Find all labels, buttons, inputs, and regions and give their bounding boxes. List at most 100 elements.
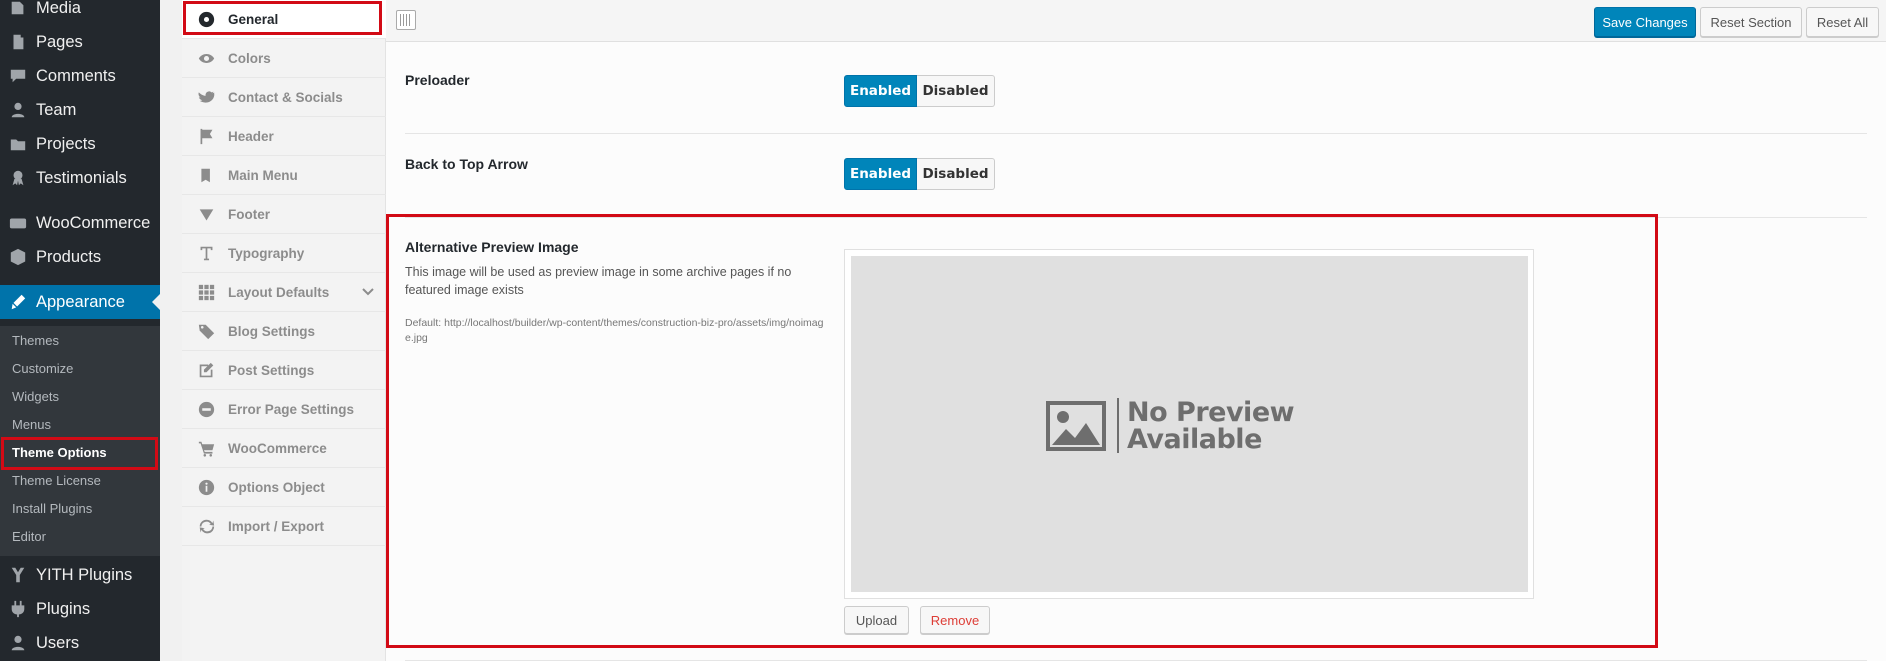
refresh-icon bbox=[195, 518, 217, 535]
options-tab-post-settings[interactable]: Post Settings bbox=[182, 351, 386, 390]
options-tab-options-object[interactable]: Options Object bbox=[182, 468, 386, 507]
menu-item-appearance[interactable]: Appearance bbox=[0, 285, 160, 319]
remove-button[interactable]: Remove bbox=[920, 606, 990, 634]
preloader-enabled-button[interactable]: Enabled bbox=[844, 75, 917, 107]
options-tab-layout-defaults[interactable]: Layout Defaults bbox=[182, 273, 386, 312]
appearance-icon bbox=[8, 293, 28, 311]
menu-label: Pages bbox=[36, 32, 83, 51]
options-tab-general[interactable]: General bbox=[182, 0, 386, 39]
options-tab-label: Header bbox=[228, 128, 274, 144]
menu-label: Products bbox=[36, 247, 102, 266]
edit-icon bbox=[195, 362, 217, 379]
appearance-submenu: Themes Customize Widgets Menus Theme Opt… bbox=[0, 326, 160, 556]
menu-item-team[interactable]: Team bbox=[0, 93, 160, 127]
preloader-toggle: Enabled Disabled bbox=[844, 75, 995, 107]
options-toolbar: Save Changes Reset Section Reset All bbox=[386, 0, 1886, 42]
menu-label: Projects bbox=[36, 134, 96, 153]
options-tab-label: General bbox=[228, 11, 279, 27]
submenu-theme-options[interactable]: Theme Options bbox=[12, 443, 107, 463]
preloader-label: Preloader bbox=[405, 72, 470, 88]
text-icon bbox=[195, 245, 217, 262]
options-tab-label: Footer bbox=[228, 206, 270, 222]
submenu-widgets[interactable]: Widgets bbox=[12, 387, 59, 407]
tag-icon bbox=[195, 323, 217, 340]
submenu-customize[interactable]: Customize bbox=[12, 359, 73, 379]
expand-options-icon[interactable] bbox=[396, 10, 416, 30]
options-tab-contact-socials[interactable]: Contact & Socials bbox=[182, 78, 386, 117]
menu-label: Appearance bbox=[36, 292, 125, 311]
users-icon bbox=[8, 634, 28, 652]
back-to-top-disabled-button[interactable]: Disabled bbox=[917, 158, 995, 190]
options-tab-import-export[interactable]: Import / Export bbox=[182, 507, 386, 546]
woocommerce-icon bbox=[8, 214, 28, 232]
eye-icon bbox=[195, 50, 217, 67]
options-tab-header[interactable]: Header bbox=[182, 117, 386, 156]
menu-item-woocommerce[interactable]: WooCommerce bbox=[0, 206, 160, 240]
options-tab-label: Post Settings bbox=[228, 362, 315, 378]
pages-icon bbox=[8, 33, 28, 51]
twitter-icon bbox=[195, 89, 217, 106]
no-preview-text: No Preview Available bbox=[1127, 397, 1295, 453]
menu-item-yith-plugins[interactable]: YITH Plugins bbox=[0, 558, 160, 592]
options-tab-typography[interactable]: Typography bbox=[182, 234, 386, 273]
preview-image: No Preview Available bbox=[851, 256, 1528, 592]
menu-label: Users bbox=[36, 633, 80, 652]
grid-icon bbox=[195, 284, 217, 301]
placeholder-divider bbox=[1117, 398, 1119, 453]
menu-item-testimonials[interactable]: Testimonials bbox=[0, 161, 160, 195]
preview-image-default: Default: http://localhost/builder/wp-con… bbox=[405, 317, 824, 344]
options-tab-main-menu[interactable]: Main Menu bbox=[182, 156, 386, 195]
triangle-down-icon bbox=[195, 206, 217, 223]
chevron-down-icon[interactable] bbox=[360, 284, 376, 300]
back-to-top-enabled-button[interactable]: Enabled bbox=[844, 158, 917, 190]
minus-circle-icon bbox=[195, 401, 217, 418]
back-to-top-toggle: Enabled Disabled bbox=[844, 158, 995, 190]
preview-image-description: This image will be used as preview image… bbox=[405, 265, 792, 297]
reset-section-button[interactable]: Reset Section bbox=[1700, 7, 1802, 37]
reset-all-button[interactable]: Reset All bbox=[1806, 7, 1879, 37]
menu-label: Team bbox=[36, 100, 77, 119]
admin-menu: Media Pages Comments Team Projects Testi… bbox=[0, 0, 160, 661]
general-icon bbox=[195, 11, 217, 28]
save-changes-button[interactable]: Save Changes bbox=[1594, 7, 1696, 37]
products-icon bbox=[8, 248, 28, 266]
options-tab-label: Error Page Settings bbox=[228, 401, 355, 417]
menu-item-media[interactable]: Media bbox=[0, 0, 160, 25]
options-tab-woocommerce[interactable]: WooCommerce bbox=[182, 429, 386, 468]
options-tab-error-page-settings[interactable]: Error Page Settings bbox=[182, 390, 386, 429]
upload-button[interactable]: Upload bbox=[844, 606, 909, 634]
menu-item-comments[interactable]: Comments bbox=[0, 59, 160, 93]
options-panel: Save Changes Reset Section Reset All Pre… bbox=[386, 0, 1886, 661]
menu-item-products[interactable]: Products bbox=[0, 240, 160, 274]
menu-item-plugins[interactable]: Plugins bbox=[0, 592, 160, 626]
options-tab-label: Typography bbox=[228, 245, 305, 261]
options-tab-label: Options Object bbox=[228, 479, 325, 495]
submenu-editor[interactable]: Editor bbox=[12, 527, 46, 547]
options-tab-label: Contact & Socials bbox=[228, 89, 343, 105]
options-tab-label: Layout Defaults bbox=[228, 284, 330, 300]
cart-icon bbox=[195, 440, 217, 457]
options-tab-blog-settings[interactable]: Blog Settings bbox=[182, 312, 386, 351]
menu-label: YITH Plugins bbox=[36, 565, 133, 584]
no-preview-line1: No Preview bbox=[1127, 397, 1295, 428]
menu-item-pages[interactable]: Pages bbox=[0, 25, 160, 59]
divider bbox=[405, 217, 1867, 218]
projects-icon bbox=[8, 135, 28, 153]
options-tab-colors[interactable]: Colors bbox=[182, 39, 386, 78]
submenu-theme-license[interactable]: Theme License bbox=[12, 471, 101, 491]
submenu-menus[interactable]: Menus bbox=[12, 415, 51, 435]
menu-item-users[interactable]: Users bbox=[0, 626, 160, 660]
testimonials-icon bbox=[8, 169, 28, 187]
plugins-icon bbox=[8, 600, 28, 618]
info-icon bbox=[195, 479, 217, 496]
menu-label: Testimonials bbox=[36, 168, 127, 187]
options-tab-label: Main Menu bbox=[228, 167, 298, 183]
submenu-install-plugins[interactable]: Install Plugins bbox=[12, 499, 92, 519]
submenu-themes[interactable]: Themes bbox=[12, 331, 59, 351]
menu-item-projects[interactable]: Projects bbox=[0, 127, 160, 161]
team-icon bbox=[8, 101, 28, 119]
flag-icon bbox=[195, 128, 217, 145]
preloader-disabled-button[interactable]: Disabled bbox=[917, 75, 995, 107]
options-tab-footer[interactable]: Footer bbox=[182, 195, 386, 234]
back-to-top-label: Back to Top Arrow bbox=[405, 156, 528, 172]
